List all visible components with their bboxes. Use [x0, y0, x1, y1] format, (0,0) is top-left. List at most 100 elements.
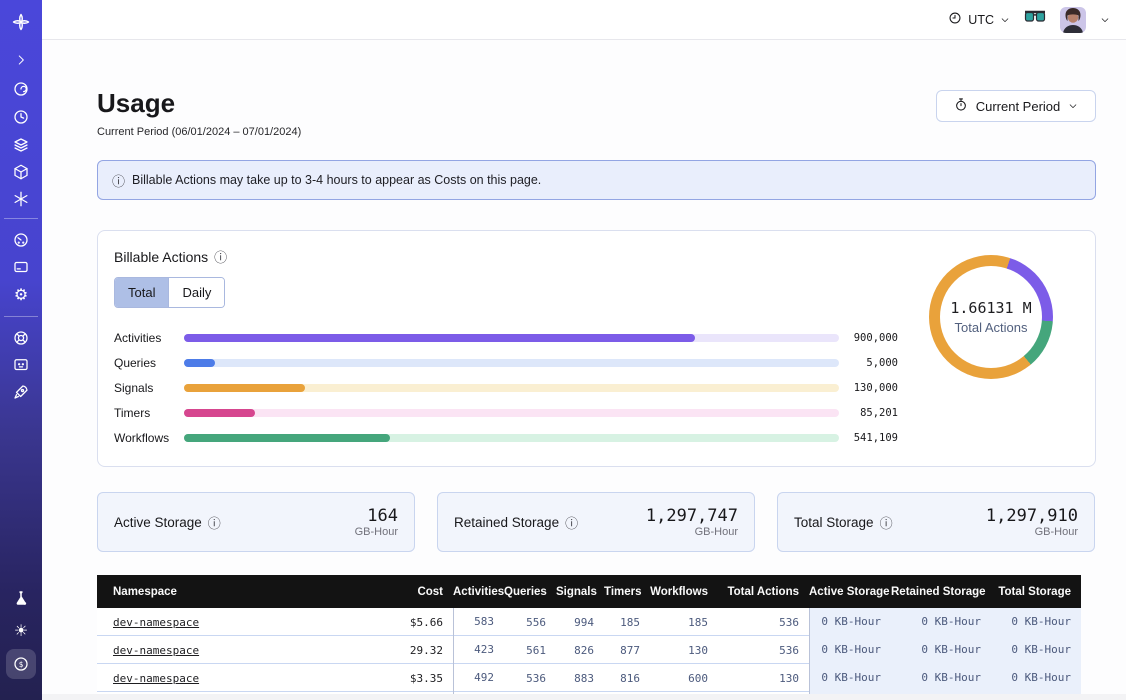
temporal-logo-icon[interactable] — [8, 9, 34, 35]
namespace-link[interactable]: dev-namespace — [113, 644, 199, 657]
column-header-signals: Signals — [556, 586, 604, 598]
svg-text:$: $ — [19, 660, 24, 669]
bar-fill — [184, 359, 215, 367]
info-icon[interactable]: ⓘ — [214, 247, 227, 266]
cell-queries: 536 — [504, 672, 556, 685]
chevron-down-icon[interactable] — [1100, 15, 1110, 25]
timezone-label: UTC — [968, 13, 994, 27]
nexus-icon[interactable] — [8, 186, 34, 212]
billing-coin-button[interactable]: $ — [6, 649, 36, 679]
theme-sun-icon[interactable]: ☀ — [8, 618, 34, 644]
cell-total-actions: 536 — [718, 616, 809, 629]
period-button-label: Current Period — [976, 99, 1061, 114]
storage-card-label: Total Storageⓘ — [794, 513, 893, 532]
cell-workflows: 130 — [650, 644, 718, 657]
bar-label: Timers — [114, 406, 150, 420]
tab-total[interactable]: Total — [115, 278, 168, 307]
bar-fill — [184, 434, 390, 442]
layers-icon[interactable] — [8, 132, 34, 158]
namespace-usage-table: NamespaceCostActivitiesQueriesSignalsTim… — [97, 575, 1081, 700]
sidebar: ⚙ ☀ $ — [0, 0, 42, 700]
table-row: dev-namespace29.324235618268771305360 KB… — [97, 636, 1081, 664]
cell-cost: $3.35 — [357, 672, 453, 685]
billing-card-icon[interactable] — [8, 254, 34, 280]
page-subtitle: Current Period (06/01/2024 – 07/01/2024) — [97, 126, 301, 138]
chevron-down-icon — [1000, 15, 1010, 25]
bar-chart-row: Workflows 541,109 — [98, 427, 1097, 452]
cell-namespace: dev-namespace — [97, 672, 357, 685]
cell-activities: 583 — [453, 608, 504, 636]
storage-card-value: 164 — [355, 506, 398, 526]
cell-signals: 826 — [556, 644, 604, 657]
billing-coin-icon: $ — [8, 651, 34, 677]
expand-chevron-icon[interactable] — [8, 47, 34, 73]
clock-icon — [948, 11, 962, 28]
user-avatar[interactable] — [1060, 7, 1086, 33]
cell-cost: $5.66 — [357, 616, 453, 629]
bar-fill — [184, 409, 255, 417]
storage-card-label: Active Storageⓘ — [114, 513, 221, 532]
stopwatch-icon — [954, 97, 968, 115]
bar-track — [184, 409, 839, 417]
banner-text: Billable Actions may take up to 3-4 hour… — [132, 173, 541, 187]
getting-started-rocket-icon[interactable] — [8, 379, 34, 405]
cell-namespace: dev-namespace — [97, 644, 357, 657]
cell-timers: 816 — [604, 672, 650, 685]
info-icon[interactable]: ⓘ — [208, 513, 221, 532]
cell-total-storage: 0 KB-Hour — [991, 636, 1081, 664]
period-selector-button[interactable]: Current Period — [936, 90, 1096, 122]
usage-page: ⚙ ☀ $ UTC — [0, 0, 1126, 700]
storage-card-active-storage: Active Storageⓘ 164 GB-Hour — [97, 492, 415, 552]
table-row: dev-namespace$3.354925368838166001300 KB… — [97, 664, 1081, 692]
bar-value: 900,000 — [843, 332, 898, 344]
labs-flask-icon[interactable] — [8, 585, 34, 611]
bar-track — [184, 384, 839, 392]
bar-track — [184, 359, 839, 367]
total-daily-tabs: TotalDaily — [114, 277, 225, 308]
column-header-active-storage: Active Storage — [809, 586, 891, 598]
column-header-workflows: Workflows — [650, 586, 718, 598]
deployments-icon[interactable] — [8, 159, 34, 185]
bar-value: 5,000 — [843, 357, 898, 369]
table-row: dev-namespace$5.665835569941851855360 KB… — [97, 608, 1081, 636]
cell-retained-storage: 0 KB-Hour — [891, 664, 991, 692]
cell-namespace: dev-namespace — [97, 616, 357, 629]
namespace-link[interactable]: dev-namespace — [113, 616, 199, 629]
bar-chart-row: Signals 130,000 — [98, 377, 1097, 402]
column-header-queries: Queries — [504, 586, 556, 598]
schedules-icon[interactable] — [8, 104, 34, 130]
cell-timers: 185 — [604, 616, 650, 629]
namespaces-icon[interactable] — [8, 76, 34, 102]
bottom-scroll-strip[interactable] — [42, 694, 1126, 700]
info-icon[interactable]: ⓘ — [565, 513, 578, 532]
info-icon[interactable]: ⓘ — [880, 513, 893, 532]
column-header-total-actions: Total Actions — [718, 586, 809, 598]
storage-card-value: 1,297,747 — [646, 506, 738, 526]
bar-label: Signals — [114, 381, 153, 395]
page-title: Usage — [97, 88, 175, 119]
cell-active-storage: 0 KB-Hour — [809, 608, 891, 636]
timezone-selector[interactable]: UTC — [948, 11, 1010, 28]
namespace-link[interactable]: dev-namespace — [113, 672, 199, 685]
table-header-row: NamespaceCostActivitiesQueriesSignalsTim… — [97, 575, 1081, 608]
storage-summary-row: Active Storageⓘ 164 GB-Hour Retained Sto… — [97, 492, 1096, 552]
cell-signals: 994 — [556, 616, 604, 629]
column-header-total-storage: Total Storage — [991, 586, 1081, 598]
column-header-namespace: Namespace — [97, 586, 357, 598]
cell-activities: 423 — [453, 636, 504, 664]
bar-fill — [184, 384, 305, 392]
donut-total-value: 1.66131 M — [950, 299, 1031, 317]
cell-cost: 29.32 — [357, 644, 453, 657]
support-lifebuoy-icon[interactable] — [8, 325, 34, 351]
bar-track — [184, 334, 839, 342]
info-banner: ⓘ Billable Actions may take up to 3-4 ho… — [97, 160, 1096, 200]
bar-label: Workflows — [114, 431, 169, 445]
settings-gear-icon[interactable]: ⚙ — [8, 282, 34, 308]
glasses-icon[interactable] — [1024, 10, 1046, 29]
tab-daily[interactable]: Daily — [168, 278, 224, 307]
billable-actions-card: Billable Actions ⓘ TotalDaily Activities… — [97, 230, 1096, 467]
usage-gauge-icon[interactable] — [8, 227, 34, 253]
feedback-monitor-icon[interactable] — [8, 352, 34, 378]
column-header-cost: Cost — [357, 586, 453, 598]
column-header-retained-storage: Retained Storage — [891, 586, 991, 598]
